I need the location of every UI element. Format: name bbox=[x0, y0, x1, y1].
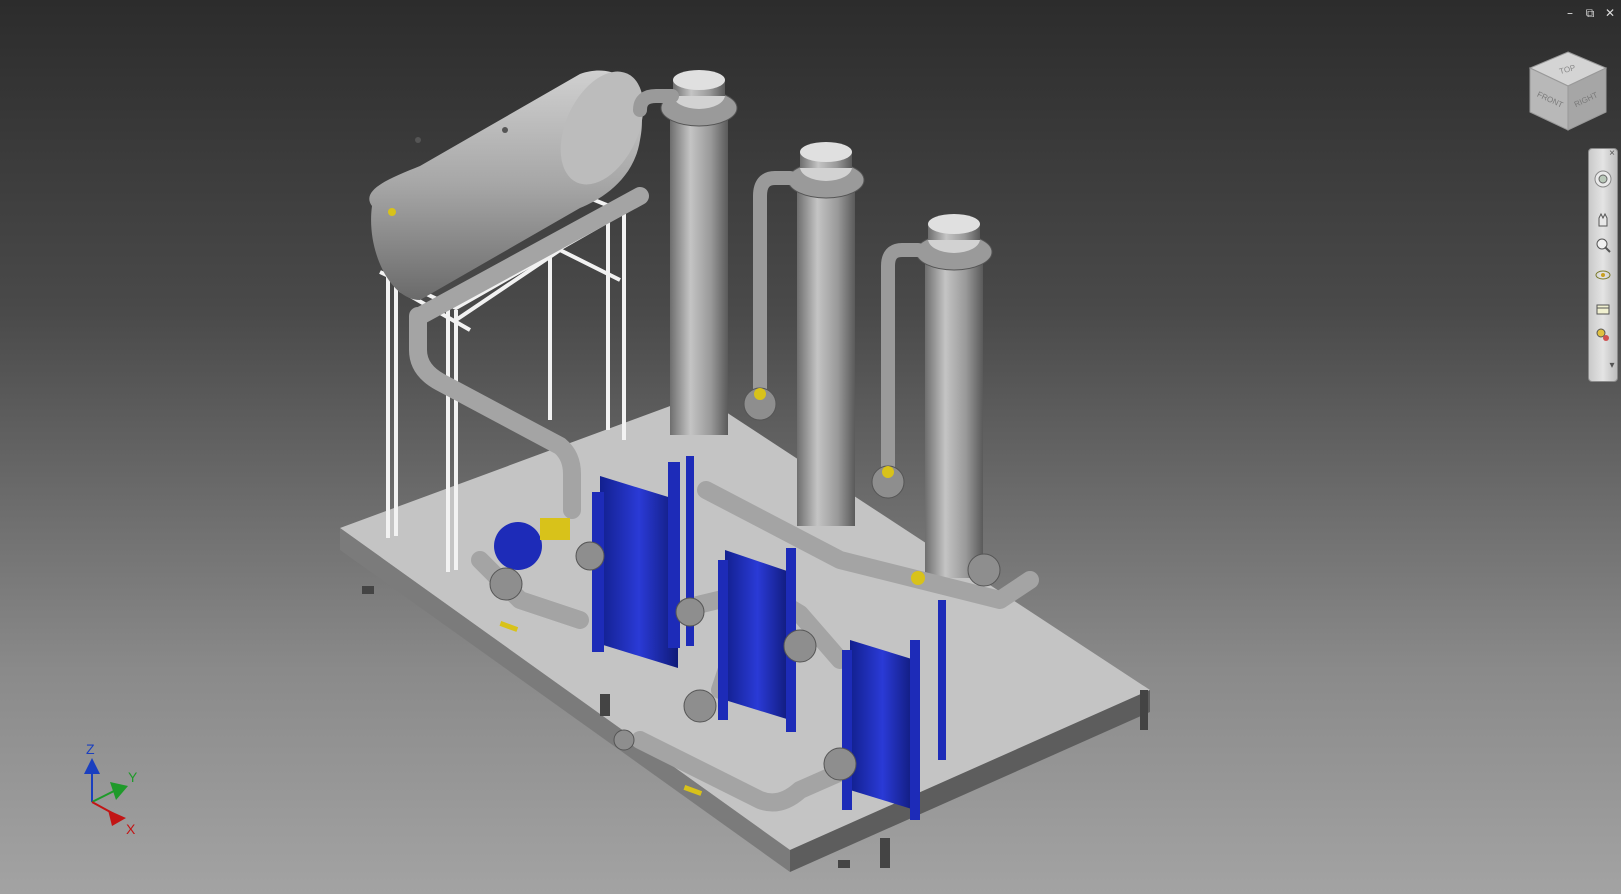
coordinate-triad: Z Y X bbox=[84, 741, 138, 837]
walk-icon[interactable] bbox=[1593, 325, 1613, 345]
zoom-icon[interactable] bbox=[1593, 235, 1613, 255]
z-axis-label: Z bbox=[86, 741, 95, 757]
model-viewport[interactable] bbox=[0, 0, 1621, 894]
vertical-column-2[interactable] bbox=[787, 142, 865, 526]
navigation-bar: × ▾ bbox=[1588, 148, 1618, 382]
navbar-close-icon[interactable]: × bbox=[1607, 147, 1617, 159]
viewcube[interactable]: TOP FRONT RIGHT bbox=[1520, 46, 1616, 142]
restore-icon[interactable]: ⧉ bbox=[1583, 6, 1597, 20]
x-axis-icon bbox=[108, 810, 126, 826]
window-controls: – ⧉ ✕ bbox=[1563, 6, 1617, 20]
y-axis-label: Y bbox=[128, 769, 138, 785]
look-at-icon[interactable] bbox=[1593, 299, 1613, 319]
pan-icon[interactable] bbox=[1593, 209, 1613, 229]
minimize-icon[interactable]: – bbox=[1563, 6, 1577, 20]
vertical-column-1[interactable] bbox=[660, 70, 738, 435]
navbar-menu-icon[interactable]: ▾ bbox=[1607, 359, 1617, 371]
close-icon[interactable]: ✕ bbox=[1603, 6, 1617, 20]
orbit-icon[interactable] bbox=[1593, 265, 1613, 285]
vertical-column-3[interactable] bbox=[915, 214, 993, 578]
steering-wheel-icon[interactable] bbox=[1593, 169, 1613, 189]
x-axis-label: X bbox=[126, 821, 136, 837]
z-axis-icon bbox=[84, 758, 100, 774]
